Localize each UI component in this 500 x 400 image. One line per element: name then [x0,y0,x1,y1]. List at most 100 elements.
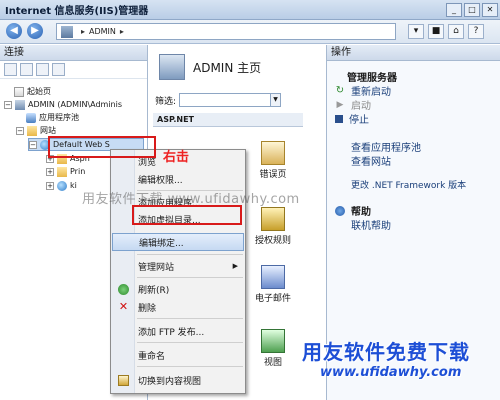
server-icon [15,99,25,110]
tree-label: ADMIN (ADMIN\Adminis [28,100,123,109]
feature-error-pages[interactable]: 错误页 [245,141,301,180]
menu-label: 删除 [138,303,157,314]
error-page-icon [261,141,285,165]
page-icon [14,86,24,97]
server-home-icon [159,54,185,80]
annotation-box-default-site [48,136,156,158]
content-view-icon [118,375,129,386]
menu-item-edit-bindings[interactable]: 编辑绑定... [112,233,244,251]
action-stop[interactable]: 停止 [335,111,369,126]
expand-icon[interactable]: + [46,181,54,190]
filter-bar: 筛选: ▼ [155,93,282,107]
action-view-sites[interactable]: 查看网站 [351,153,391,168]
action-label: 停止 [349,115,369,126]
app-pool-icon [26,112,36,123]
collapse-icon[interactable]: − [29,140,37,149]
feature-view[interactable]: 视图 [245,329,301,368]
action-label: 查看网站 [351,157,391,168]
help-icon[interactable]: ? [468,24,484,39]
menu-item-rename[interactable]: 重命名 [112,346,244,364]
mail-icon [261,265,285,289]
watermark-logo-url: www.ufidawhy.com [320,365,462,380]
maximize-button[interactable]: □ [464,2,480,17]
action-online-help[interactable]: 联机帮助 [351,217,391,232]
action-label: 更改 .NET Framework 版本 [351,181,467,191]
feature-authorization-rules[interactable]: 授权规则 [245,207,301,246]
menu-label: 编辑绑定... [139,238,184,249]
tree-item-server[interactable]: − ADMIN (ADMIN\Adminis [4,98,122,111]
back-arrow-icon[interactable]: ◀ [6,23,22,39]
connections-header: 连接 [0,45,147,61]
play-icon: ▶ [336,99,344,110]
action-label: 启动 [351,101,371,112]
menu-item-add-ftp[interactable]: 添加 FTP 发布... [112,322,244,340]
server-icon [61,25,73,38]
annotation-right-click: 右击 [163,150,190,165]
context-menu: 浏览 编辑权限... 添加应用程序... 添加虚拟目录... 编辑绑定... 管… [110,149,246,394]
filter-input[interactable] [179,93,272,107]
feature-label: 视图 [263,358,282,368]
menu-item-switch-content-view[interactable]: 切换到内容视图 [112,371,244,389]
actions-section-manage-server: 管理服务器 [347,73,397,84]
feature-label: 授权规则 [254,236,291,246]
address-bar: ◀ ▶ ▸ ADMIN ▸ ▾ ■ ⌂ ? [0,20,500,44]
collapse-icon[interactable]: − [4,100,12,109]
connect-icon[interactable] [4,63,17,76]
action-change-net-version[interactable]: 更改 .NET Framework 版本 [351,178,466,191]
forward-arrow-icon[interactable]: ▶ [27,23,43,39]
filter-label: 筛选: [155,96,177,107]
folder-icon [57,166,67,177]
action-label: 帮助 [351,207,371,218]
feature-label: 电子邮件 [254,294,291,304]
tree-item-ki[interactable]: + ki [46,179,77,192]
tree-label: 应用程序池 [39,113,79,122]
menu-item-manage-site[interactable]: 管理网站 ▶ [112,257,244,275]
breadcrumb-separator-icon: ▸ [81,27,86,36]
actions-section-help: 帮助 [335,203,371,218]
tree-label: Prin [70,167,86,176]
menu-item-delete[interactable]: ✕ 删除 [112,298,244,316]
action-restart[interactable]: ↻ 重新启动 [335,83,391,98]
action-start[interactable]: ▶ 启动 [335,97,371,113]
minimize-button[interactable]: _ [446,2,462,17]
title-bar: Internet 信息服务(IIS)管理器 _ □ ✕ [0,0,500,20]
watermark-logo-text: 用友软件免费下载 [302,340,470,364]
watermark-logo: 用友软件免费下载 www.ufidawhy.com [302,336,470,380]
connection-icon[interactable] [52,63,65,76]
stop-icon [335,114,343,123]
menu-label: 重命名 [138,351,166,362]
breadcrumb-admin[interactable]: ADMIN [89,27,116,36]
menu-label: 编辑权限... [138,175,183,186]
tree-label: ki [70,181,77,190]
menu-item-edit-permissions[interactable]: 编辑权限... [112,170,244,188]
tree-item-printers[interactable]: + Prin [46,165,85,178]
stop-icon[interactable]: ■ [428,24,444,39]
up-level-icon[interactable] [36,63,49,76]
globe-icon [57,180,67,191]
address-box[interactable]: ▸ ADMIN ▸ [56,23,396,40]
close-button[interactable]: ✕ [482,2,498,17]
save-icon[interactable] [20,63,33,76]
refresh-icon [118,284,129,295]
expand-icon[interactable]: + [46,167,54,176]
connections-toolbar [0,61,147,79]
page-title: ADMIN 主页 [193,60,262,75]
feature-email[interactable]: 电子邮件 [245,265,301,304]
collapse-icon[interactable]: − [16,126,24,135]
menu-separator [137,318,243,319]
action-view-app-pools[interactable]: 查看应用程序池 [351,139,421,154]
tree-label: 网站 [40,126,56,135]
menu-label: 切换到内容视图 [138,376,202,387]
breadcrumb-separator-icon: ▸ [119,27,124,36]
address-dropdown-icon[interactable]: ▾ [408,24,424,39]
menu-label: 管理网站 [138,262,175,273]
chevron-down-icon[interactable]: ▼ [271,93,282,107]
menu-separator [137,254,243,255]
tree-item-start-page[interactable]: 起始页 [14,85,51,98]
menu-label: 刷新(R) [138,285,170,296]
menu-item-refresh[interactable]: 刷新(R) [112,280,244,298]
tree-item-app-pools[interactable]: 应用程序池 [26,111,79,124]
action-label: 重新启动 [351,87,391,98]
tree-label: 起始页 [27,87,51,96]
home-icon[interactable]: ⌂ [448,24,464,39]
